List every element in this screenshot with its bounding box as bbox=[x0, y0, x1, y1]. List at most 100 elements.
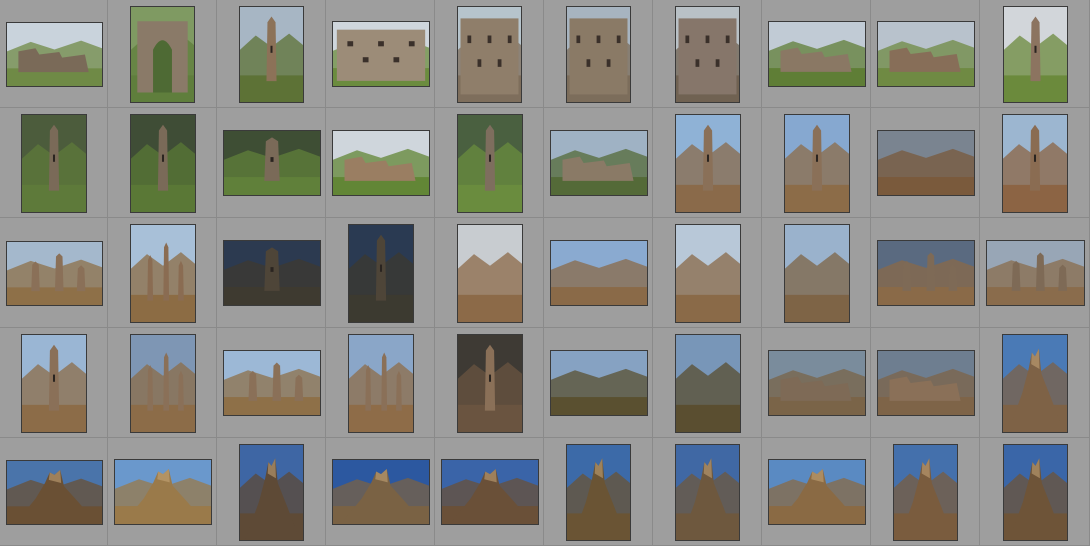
photo-thumbnail[interactable] bbox=[550, 350, 648, 416]
photo-thumbnail[interactable] bbox=[784, 114, 850, 213]
photo-image bbox=[769, 351, 865, 415]
photo-image bbox=[878, 22, 974, 86]
photo-thumbnail[interactable] bbox=[223, 350, 321, 416]
grid-cell bbox=[653, 438, 762, 546]
photo-thumbnail[interactable] bbox=[239, 444, 304, 541]
photo-thumbnail[interactable] bbox=[130, 334, 196, 433]
photo-image bbox=[878, 351, 974, 415]
grid-cell bbox=[762, 438, 871, 546]
photo-thumbnail[interactable] bbox=[130, 114, 196, 213]
photo-image bbox=[333, 22, 429, 86]
thumbnail-grid bbox=[0, 0, 1090, 546]
photo-image bbox=[349, 225, 413, 322]
photo-thumbnail[interactable] bbox=[223, 130, 321, 196]
photo-thumbnail[interactable] bbox=[348, 334, 414, 433]
grid-cell bbox=[762, 108, 871, 218]
photo-thumbnail[interactable] bbox=[877, 240, 975, 306]
photo-image bbox=[785, 115, 849, 212]
grid-cell bbox=[326, 328, 435, 438]
photo-thumbnail[interactable] bbox=[6, 241, 103, 306]
photo-thumbnail[interactable] bbox=[566, 444, 631, 541]
photo-thumbnail[interactable] bbox=[332, 21, 430, 87]
photo-thumbnail[interactable] bbox=[877, 350, 975, 416]
photo-thumbnail[interactable] bbox=[893, 444, 958, 541]
grid-cell bbox=[108, 328, 217, 438]
photo-image bbox=[7, 461, 102, 524]
grid-cell bbox=[0, 108, 108, 218]
photo-image bbox=[1003, 115, 1067, 212]
photo-image bbox=[551, 351, 647, 415]
photo-thumbnail[interactable] bbox=[1003, 444, 1068, 541]
photo-image bbox=[676, 225, 740, 322]
grid-cell bbox=[435, 218, 544, 328]
photo-thumbnail[interactable] bbox=[784, 224, 850, 323]
photo-thumbnail[interactable] bbox=[21, 114, 87, 213]
photo-image bbox=[131, 335, 195, 432]
photo-image bbox=[22, 115, 86, 212]
photo-thumbnail[interactable] bbox=[332, 459, 430, 525]
grid-cell bbox=[980, 328, 1090, 438]
photo-image bbox=[224, 351, 320, 415]
photo-thumbnail[interactable] bbox=[348, 224, 414, 323]
photo-image bbox=[240, 445, 303, 540]
photo-thumbnail[interactable] bbox=[768, 459, 866, 525]
photo-thumbnail[interactable] bbox=[457, 334, 523, 433]
photo-image bbox=[333, 460, 429, 524]
grid-cell bbox=[762, 0, 871, 108]
grid-cell bbox=[544, 108, 653, 218]
photo-thumbnail[interactable] bbox=[21, 334, 87, 433]
grid-cell bbox=[217, 108, 326, 218]
photo-thumbnail[interactable] bbox=[239, 6, 304, 103]
photo-thumbnail[interactable] bbox=[675, 114, 741, 213]
photo-thumbnail[interactable] bbox=[130, 224, 196, 323]
photo-thumbnail[interactable] bbox=[223, 240, 321, 306]
photo-image bbox=[1003, 335, 1067, 432]
photo-thumbnail[interactable] bbox=[1003, 6, 1068, 103]
photo-thumbnail[interactable] bbox=[457, 114, 523, 213]
photo-thumbnail[interactable] bbox=[1002, 114, 1068, 213]
photo-image bbox=[551, 241, 647, 305]
photo-image bbox=[7, 242, 102, 305]
photo-image bbox=[769, 460, 865, 524]
photo-image bbox=[22, 335, 86, 432]
photo-thumbnail[interactable] bbox=[332, 130, 430, 196]
photo-image bbox=[333, 131, 429, 195]
photo-thumbnail[interactable] bbox=[457, 6, 522, 103]
grid-cell bbox=[0, 438, 108, 546]
photo-thumbnail[interactable] bbox=[877, 130, 975, 196]
photo-image bbox=[676, 7, 739, 102]
photo-image bbox=[785, 225, 849, 322]
photo-image bbox=[7, 23, 102, 86]
grid-cell bbox=[108, 0, 217, 108]
grid-cell bbox=[871, 0, 980, 108]
photo-image bbox=[676, 445, 739, 540]
photo-image bbox=[115, 460, 211, 524]
photo-thumbnail[interactable] bbox=[877, 21, 975, 87]
photo-thumbnail[interactable] bbox=[550, 130, 648, 196]
grid-cell bbox=[653, 108, 762, 218]
photo-thumbnail[interactable] bbox=[6, 460, 103, 525]
photo-thumbnail[interactable] bbox=[675, 444, 740, 541]
photo-image bbox=[567, 445, 630, 540]
photo-thumbnail[interactable] bbox=[1002, 334, 1068, 433]
photo-thumbnail[interactable] bbox=[675, 224, 741, 323]
grid-cell bbox=[108, 108, 217, 218]
photo-thumbnail[interactable] bbox=[675, 334, 741, 433]
photo-thumbnail[interactable] bbox=[986, 240, 1085, 306]
photo-thumbnail[interactable] bbox=[768, 350, 866, 416]
photo-image bbox=[1004, 7, 1067, 102]
grid-cell bbox=[544, 218, 653, 328]
photo-thumbnail[interactable] bbox=[768, 21, 866, 87]
photo-thumbnail[interactable] bbox=[457, 224, 523, 323]
photo-thumbnail[interactable] bbox=[6, 22, 103, 87]
photo-image bbox=[1004, 445, 1067, 540]
photo-thumbnail[interactable] bbox=[130, 6, 195, 103]
photo-thumbnail[interactable] bbox=[566, 6, 631, 103]
grid-cell bbox=[762, 328, 871, 438]
photo-thumbnail[interactable] bbox=[441, 459, 539, 525]
photo-thumbnail[interactable] bbox=[114, 459, 212, 525]
photo-thumbnail[interactable] bbox=[675, 6, 740, 103]
photo-thumbnail[interactable] bbox=[550, 240, 648, 306]
grid-cell bbox=[326, 0, 435, 108]
grid-cell bbox=[653, 0, 762, 108]
